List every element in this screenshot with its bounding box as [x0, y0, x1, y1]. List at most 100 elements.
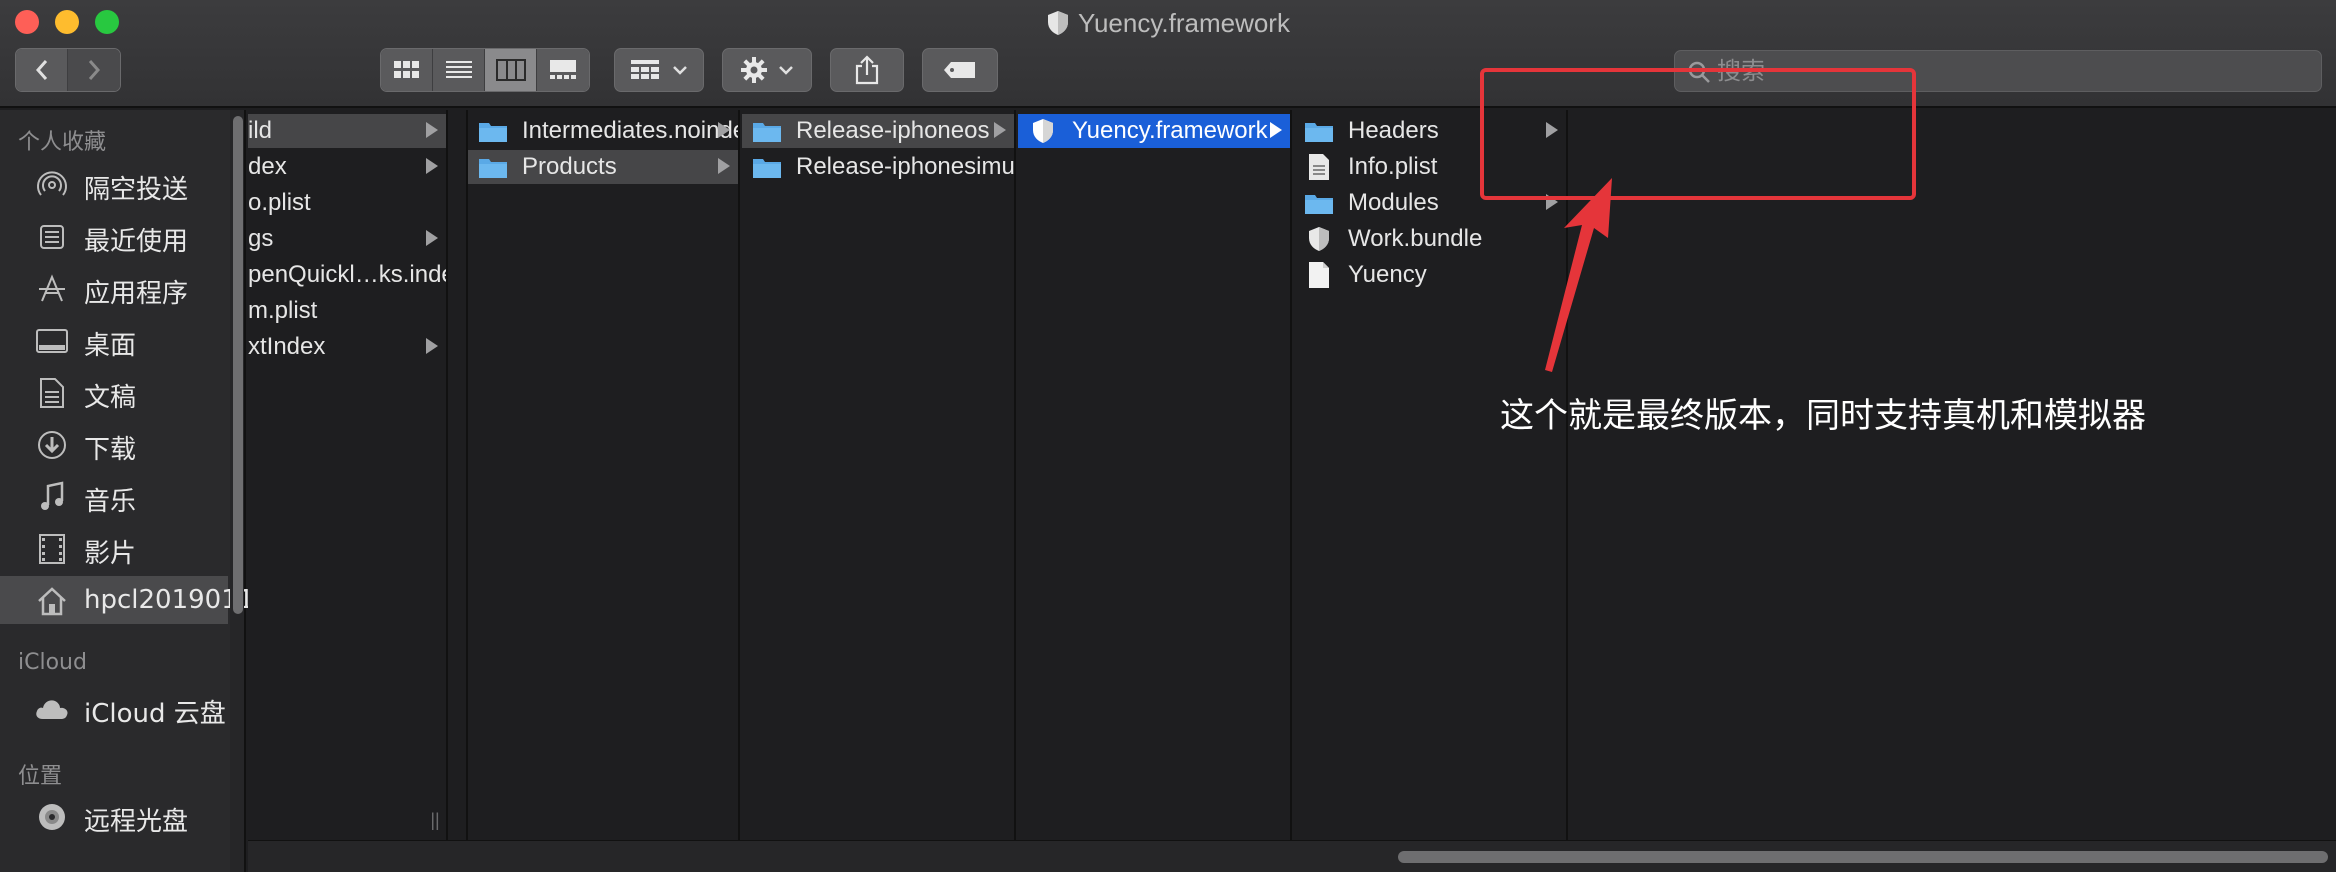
list-item[interactable]: m.plist [248, 294, 446, 328]
list-item[interactable]: Yuency.framework [1018, 114, 1290, 148]
sidebar-item-downloads[interactable]: 下载 [0, 420, 228, 468]
list-item[interactable]: Intermediates.noindex [468, 114, 738, 148]
icloud-header: iCloud [18, 650, 87, 675]
action-menu-button[interactable] [722, 48, 812, 92]
disc-icon [34, 801, 70, 833]
sidebar-item-remote-disc[interactable]: 远程光盘 [0, 792, 228, 840]
list-item[interactable]: Modules [1294, 186, 1566, 220]
disclosure-arrow-icon [426, 338, 438, 354]
disclosure-arrow-icon [1546, 194, 1558, 210]
music-icon [34, 481, 70, 513]
nav-buttons [15, 48, 121, 92]
chevron-right-icon [88, 60, 101, 80]
item-label: xtIndex [248, 333, 326, 360]
item-label: Intermediates.noindex [522, 117, 740, 144]
forward-button[interactable] [68, 49, 120, 91]
sidebar-scrollbar[interactable] [230, 110, 244, 872]
chevron-down-icon [673, 66, 687, 75]
empty-column-area [1568, 110, 2336, 840]
item-label: Release-iphoneos [796, 117, 990, 144]
sidebar-item-label: 隔空投送 [84, 175, 189, 205]
item-label: Headers [1348, 117, 1439, 144]
sidebar-item-music[interactable]: 音乐 [0, 472, 228, 520]
item-label: gs [248, 225, 274, 252]
list-item[interactable]: Yuency [1294, 258, 1566, 292]
column-5: Headers Info.plist Modules Work.bundle Y… [1294, 110, 1568, 840]
item-label: ild [248, 117, 273, 144]
movies-icon [34, 533, 70, 565]
window-title: Yuency.framework [1078, 8, 1290, 38]
back-button[interactable] [16, 49, 68, 91]
list-item[interactable]: penQuickl…ks.index-v1 [248, 258, 446, 292]
search-input[interactable] [1717, 55, 2297, 87]
group-by-button[interactable] [614, 48, 704, 92]
column-3: Release-iphoneos Release-iphonesimulator [742, 110, 1016, 840]
sidebar-item-airdrop[interactable]: 隔空投送 [0, 160, 228, 208]
list-item[interactable]: Work.bundle [1294, 222, 1566, 256]
columns-icon [495, 59, 526, 81]
sidebar-scroll-thumb[interactable] [233, 116, 243, 614]
sidebar-item-label: 下载 [84, 435, 137, 465]
item-label: Work.bundle [1348, 225, 1483, 252]
column-resize-handle[interactable]: || [422, 810, 446, 834]
list-item[interactable]: xtIndex [248, 330, 446, 364]
list-item[interactable]: Headers [1294, 114, 1566, 148]
sidebar-item-label: 最近使用 [84, 227, 189, 257]
sidebar-item-home[interactable]: hpcl20190110 [0, 576, 271, 624]
folder-icon [478, 118, 508, 144]
list-item[interactable]: Release-iphoneos [742, 114, 1014, 148]
framework-shield-icon [1048, 11, 1069, 35]
cloud-icon [34, 693, 70, 725]
list-item[interactable]: Release-iphonesimulator [742, 150, 1014, 184]
search-field[interactable] [1674, 50, 2322, 92]
column-2: Intermediates.noindex Products [468, 110, 740, 840]
list-item[interactable]: Products [468, 150, 738, 184]
list-item[interactable]: ild [248, 114, 446, 148]
item-label: Yuency [1348, 261, 1427, 288]
file-icon [1304, 262, 1334, 288]
recents-icon [34, 221, 70, 253]
sidebar-item-label: 音乐 [84, 487, 137, 517]
column-browser: ild dex o.plist gs penQuickl…ks.index-v1… [248, 110, 2336, 872]
list-item[interactable]: o.plist [248, 186, 446, 220]
item-label: penQuickl…ks.index-v1 [248, 261, 446, 288]
disclosure-arrow-icon [1270, 122, 1282, 138]
gallery-view-button[interactable] [537, 49, 589, 91]
chevron-down-icon [779, 66, 793, 75]
list-view-button[interactable] [433, 49, 485, 91]
sidebar-item-label: 文稿 [84, 383, 137, 413]
column-view-button[interactable] [485, 49, 537, 91]
sidebar-item-desktop[interactable]: 桌面 [0, 316, 228, 364]
gear-icon [741, 57, 767, 83]
folder-icon [1304, 190, 1334, 216]
horizontal-scrollbar[interactable] [248, 840, 2336, 872]
annotation-text: 这个就是最终版本，同时支持真机和模拟器 [1500, 396, 2146, 436]
sidebar-item-label: 桌面 [84, 331, 137, 361]
column-4: Yuency.framework [1018, 110, 1292, 840]
column-1-handle-area [448, 110, 468, 840]
list-item[interactable]: gs [248, 222, 446, 256]
item-label: o.plist [248, 189, 311, 216]
list-item[interactable]: Info.plist [1294, 150, 1566, 184]
grid-icon [393, 61, 419, 78]
item-label: Products [522, 153, 617, 180]
share-icon [855, 55, 879, 85]
list-item[interactable]: dex [248, 150, 446, 184]
sidebar-item-documents[interactable]: 文稿 [0, 368, 228, 416]
locations-header: 位置 [18, 764, 63, 789]
sidebar-item-movies[interactable]: 影片 [0, 524, 228, 572]
sidebar: 个人收藏 隔空投送 最近使用 应用程序 桌面 文稿 下载 音乐 影片 hpcl2… [0, 110, 271, 872]
sidebar-item-recents[interactable]: 最近使用 [0, 212, 228, 260]
column-1: ild dex o.plist gs penQuickl…ks.index-v1… [248, 110, 448, 840]
tag-icon [944, 62, 975, 78]
sidebar-item-applications[interactable]: 应用程序 [0, 264, 228, 312]
sidebar-item-icloud-drive[interactable]: iCloud 云盘 [0, 684, 228, 732]
folder-icon [752, 154, 782, 180]
icon-view-button[interactable] [381, 49, 433, 91]
item-label: dex [248, 153, 287, 180]
share-button[interactable] [830, 48, 904, 92]
folder-icon [752, 118, 782, 144]
horizontal-scroll-thumb[interactable] [1398, 851, 2328, 863]
disclosure-arrow-icon [718, 122, 730, 138]
tags-button[interactable] [922, 48, 998, 92]
